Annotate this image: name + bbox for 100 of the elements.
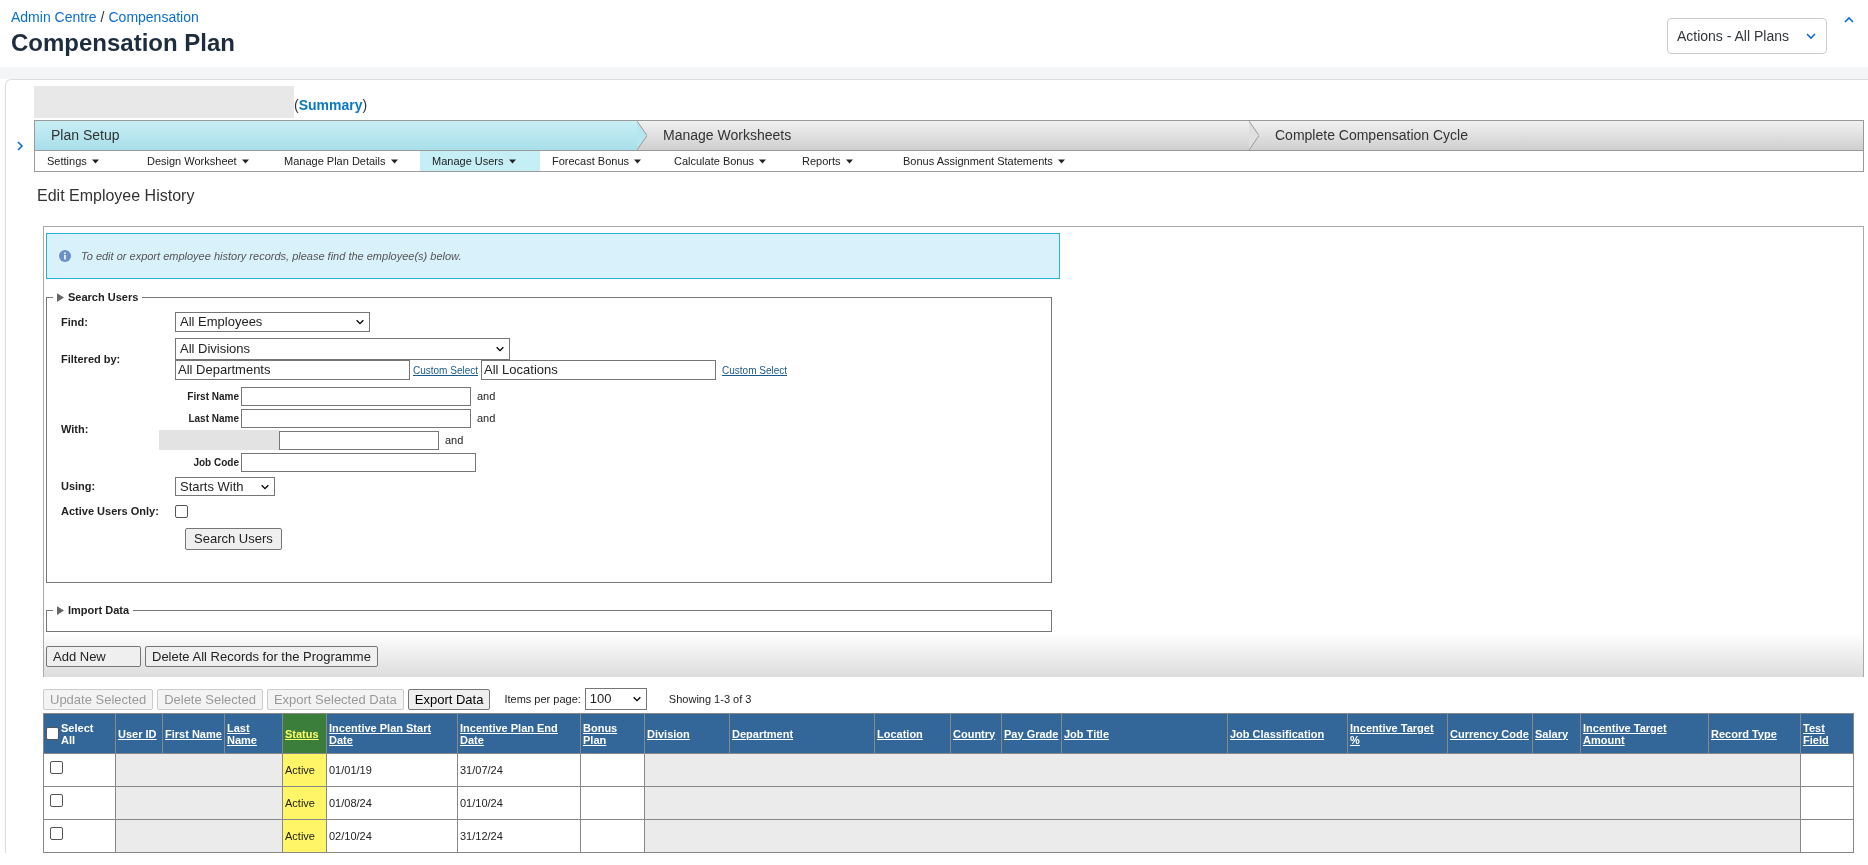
process-step[interactable]: Plan Setup xyxy=(35,121,637,150)
text-field[interactable] xyxy=(241,452,476,472)
table-cell: 31/12/24 xyxy=(457,819,581,853)
menu-tab[interactable]: Bonus Assignment Statements xyxy=(891,151,1091,171)
chevron-down-icon xyxy=(355,317,365,327)
column-header[interactable]: Job Classification xyxy=(1227,713,1348,754)
caret-icon xyxy=(634,158,642,164)
joiner-text: and xyxy=(477,410,496,426)
custom-select-link[interactable]: Custom Select xyxy=(413,362,479,378)
process-step[interactable]: Manage Worksheets xyxy=(647,121,1249,150)
column-header[interactable]: Location xyxy=(874,713,951,754)
showing-text: Showing 1-3 of 3 xyxy=(668,691,752,707)
summary-link[interactable]: Summary xyxy=(298,95,363,116)
chevron-down-icon xyxy=(495,344,505,354)
menu-tab[interactable]: Design Worksheet xyxy=(135,151,272,171)
column-header[interactable]: First Name xyxy=(162,713,225,754)
fieldset-legend: Search Users xyxy=(68,289,139,306)
table-cell: Active xyxy=(282,819,327,853)
column-header[interactable]: Currency Code xyxy=(1447,713,1533,754)
column-header[interactable]: Division xyxy=(644,713,730,754)
using-dropdown[interactable]: Starts With xyxy=(175,477,275,496)
location-field[interactable]: All Locations xyxy=(481,360,717,380)
process-step[interactable]: Complete Compensation Cycle xyxy=(1259,121,1863,150)
checkbox[interactable] xyxy=(46,727,59,740)
caret-icon xyxy=(1057,158,1065,164)
breadcrumb-link[interactable]: Compensation xyxy=(108,7,199,28)
table-cell: 01/01/19 xyxy=(326,753,458,787)
caret-icon xyxy=(508,158,516,164)
redacted-block xyxy=(224,786,283,820)
info-icon xyxy=(59,250,71,262)
field-label: Active Users Only: xyxy=(61,504,160,519)
find-dropdown[interactable]: All Employees xyxy=(175,312,370,332)
menu-tab[interactable]: Settings xyxy=(35,151,135,171)
text-field[interactable] xyxy=(241,386,471,406)
table-cell: 31/07/24 xyxy=(457,753,581,787)
field-label: Find: xyxy=(61,314,89,330)
division-dropdown[interactable]: All Divisions xyxy=(175,338,510,360)
action-button[interactable]: Add New xyxy=(46,646,141,667)
items-label: Items per page: xyxy=(504,691,581,707)
menu-tab[interactable]: Calculate Bonus xyxy=(662,151,790,171)
expand-icon xyxy=(14,140,26,152)
checkbox[interactable] xyxy=(50,794,63,808)
chevron-down-icon xyxy=(631,694,642,704)
column-header[interactable]: Status xyxy=(282,713,327,754)
parenthesis: ( xyxy=(294,96,299,115)
column-header[interactable]: Incentive Plan Start Date xyxy=(326,713,458,754)
action-button[interactable]: Delete All Records for the Programme xyxy=(145,646,378,667)
column-header[interactable]: Country xyxy=(950,713,1002,754)
field-label: Filtered by: xyxy=(61,351,122,367)
caret-icon xyxy=(91,158,99,164)
column-header[interactable]: Pay Grade xyxy=(1001,713,1062,754)
column-header[interactable]: Incentive Target Amount xyxy=(1580,713,1709,754)
column-header[interactable]: Incentive Plan End Date xyxy=(457,713,581,754)
caret-icon xyxy=(759,158,767,164)
field-label: Job Code xyxy=(193,455,239,470)
column-header[interactable]: User ID xyxy=(115,713,163,754)
breadcrumb-separator: / xyxy=(100,8,105,27)
items-per-page-dropdown[interactable]: 100 xyxy=(584,688,647,710)
actions-dropdown[interactable]: Actions - All Plans xyxy=(1666,18,1827,54)
field-label: Last Name xyxy=(188,411,239,426)
info-banner: To edit or export employee history records, please find the employee(s) below. xyxy=(46,233,1060,279)
redacted-block xyxy=(224,819,283,853)
redacted-block xyxy=(224,753,283,787)
field-label: First Name xyxy=(187,389,239,404)
caret-icon xyxy=(390,158,398,164)
toolbar-button[interactable]: Export Data xyxy=(407,688,491,710)
triangle-icon[interactable] xyxy=(57,292,64,302)
column-header[interactable]: Bonus Plan xyxy=(580,713,645,754)
column-header[interactable]: Salary xyxy=(1532,713,1581,754)
column-header[interactable]: Record Type xyxy=(1708,713,1801,754)
menu-tab[interactable]: Forecast Bonus xyxy=(540,151,662,171)
menu-tab[interactable]: Manage Users xyxy=(420,151,540,171)
column-header[interactable]: Select All xyxy=(43,713,116,754)
menu-tab[interactable]: Manage Plan Details xyxy=(272,151,420,171)
caret-icon xyxy=(845,158,853,164)
text-field[interactable] xyxy=(241,408,471,428)
fieldset-legend: Import Data xyxy=(68,602,130,619)
checkbox[interactable] xyxy=(50,761,63,775)
search-button[interactable]: Search Users xyxy=(185,527,282,550)
breadcrumb-link[interactable]: Admin Centre xyxy=(11,7,97,28)
checkbox[interactable] xyxy=(175,504,188,518)
column-header[interactable]: Job Title xyxy=(1061,713,1228,754)
custom-select-link[interactable]: Custom Select xyxy=(722,362,788,378)
field-label: Using: xyxy=(61,479,97,495)
triangle-icon[interactable] xyxy=(57,605,64,615)
text-field[interactable] xyxy=(279,430,439,450)
column-header[interactable]: Incentive Target % xyxy=(1347,713,1448,754)
joiner-text: and xyxy=(445,432,464,448)
table-cell: 01/10/24 xyxy=(457,786,581,820)
department-field[interactable]: All Departments xyxy=(175,360,410,380)
column-header[interactable]: Last Name xyxy=(224,713,283,754)
table-cell: Active xyxy=(282,753,327,787)
select-all-label: Select All xyxy=(61,721,95,746)
section-title: Edit Employee History xyxy=(37,186,196,206)
column-header[interactable]: Test Field xyxy=(1800,713,1854,754)
table-cell: Active xyxy=(282,786,327,820)
column-header[interactable]: Department xyxy=(729,713,875,754)
menu-tab[interactable]: Reports xyxy=(790,151,891,171)
joiner-text: and xyxy=(477,388,496,404)
checkbox[interactable] xyxy=(50,827,63,841)
